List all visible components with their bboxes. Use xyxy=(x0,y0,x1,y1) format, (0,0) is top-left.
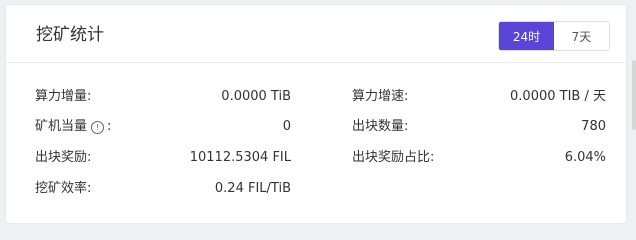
stat-value: 0.0000 TiB xyxy=(221,89,291,104)
stat-mining-efficiency: 挖矿效率: 0.24 FIL/TiB xyxy=(35,179,291,199)
stat-label: 出块奖励占比: xyxy=(352,150,435,165)
stat-label-with-info: 矿机当量 ! : xyxy=(35,117,111,137)
stat-block-reward: 出块奖励: 10112.5304 FIL xyxy=(35,148,291,168)
time-range-toggle: 24时 7天 xyxy=(498,21,610,51)
info-circle-icon[interactable]: ! xyxy=(91,120,105,134)
range-24h-button[interactable]: 24时 xyxy=(499,22,554,50)
stat-block-reward-share: 出块奖励占比: 6.04% xyxy=(352,148,606,168)
mining-stats-card: 挖矿统计 24时 7天 算力增量: 0.0000 TiB 矿机当量 ! : 0 … xyxy=(6,5,626,223)
card-title: 挖矿统计 xyxy=(36,25,104,45)
card-header: 挖矿统计 24时 7天 xyxy=(6,5,626,63)
stat-value: 0.0000 TIB / 天 xyxy=(510,89,606,104)
stat-value: 780 xyxy=(581,119,606,134)
stat-value: 6.04% xyxy=(564,150,606,165)
page-scrollbar[interactable] xyxy=(632,60,636,130)
stat-value: 0 xyxy=(282,119,291,134)
stat-power-growth-rate: 算力增速: 0.0000 TIB / 天 xyxy=(352,87,606,107)
range-7d-button[interactable]: 7天 xyxy=(554,22,609,50)
stat-miner-equivalent: 矿机当量 ! : 0 xyxy=(35,117,291,137)
stat-label: 出块奖励: xyxy=(35,150,92,165)
stat-label: 算力增量: xyxy=(35,89,92,104)
stat-label: 算力增速: xyxy=(352,89,409,104)
stat-value: 10112.5304 FIL xyxy=(189,150,291,165)
stat-block-count: 出块数量: 780 xyxy=(352,117,606,137)
stat-power-increment: 算力增量: 0.0000 TiB xyxy=(35,87,291,107)
stat-value: 0.24 FIL/TiB xyxy=(214,181,291,196)
stat-label-text: 矿机当量 xyxy=(35,119,88,134)
stats-grid: 算力增量: 0.0000 TiB 矿机当量 ! : 0 出块奖励: 10112.… xyxy=(6,63,626,223)
stat-label: 挖矿效率: xyxy=(35,181,92,196)
stat-label: 出块数量: xyxy=(352,119,409,134)
stat-label-colon: : xyxy=(107,119,112,134)
